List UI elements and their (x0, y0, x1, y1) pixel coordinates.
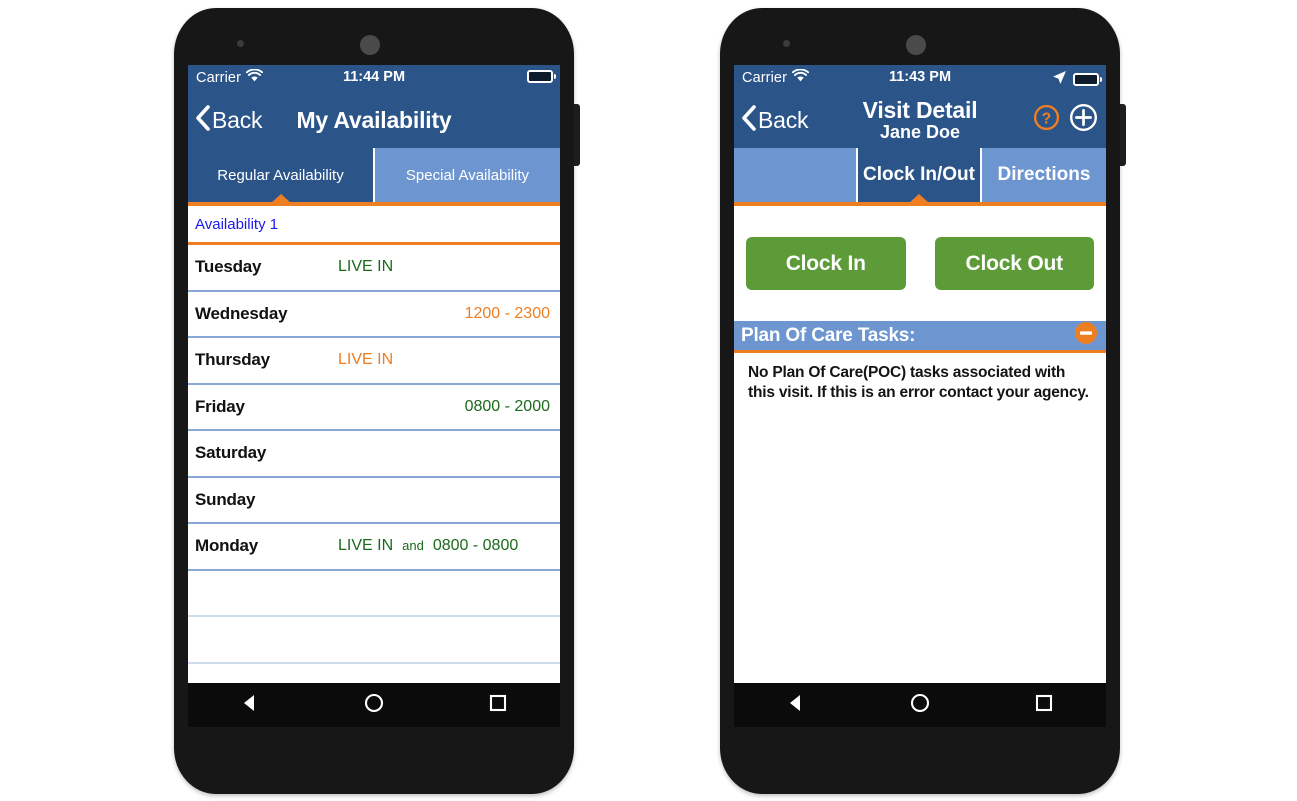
clock-in-button[interactable]: Clock In (746, 237, 906, 290)
app-header-right: Back Visit Detail Jane Doe ? (734, 92, 1106, 148)
svg-text:?: ? (1042, 111, 1051, 128)
availability-day-label: Tuesday (195, 257, 262, 277)
table-row-empty (188, 617, 560, 664)
availability-value-part: LIVE IN (338, 258, 394, 276)
help-circle-icon[interactable]: ? (1033, 104, 1060, 136)
back-triangle-icon[interactable] (785, 692, 807, 719)
clock-out-button[interactable]: Clock Out (934, 237, 1094, 290)
availability-value: LIVE IN and 0800 - 0800 (330, 537, 550, 555)
tab-active-caret-icon (909, 194, 929, 203)
availability-day-label: Sunday (195, 489, 256, 509)
back-triangle-icon[interactable] (239, 692, 261, 719)
tab-label: Clock In/Out (863, 164, 975, 185)
home-circle-icon[interactable] (363, 692, 385, 719)
proximity-sensor-icon (783, 40, 790, 47)
header-actions: ? (1033, 103, 1098, 137)
tab-strip-left: Regular Availability Special Availabilit… (188, 148, 560, 206)
status-bar-left: Carrier 11:44 PM (188, 65, 560, 92)
app-header-left: Back My Availability (188, 92, 560, 148)
availability-value: 0800 - 2000 (330, 398, 550, 416)
home-circle-icon[interactable] (909, 692, 931, 719)
table-row[interactable]: Monday LIVE IN and 0800 - 0800 (188, 524, 560, 571)
availability-value: 1200 - 2300 (330, 305, 550, 323)
table-row[interactable]: Thursday LIVE IN (188, 338, 560, 385)
table-row[interactable]: Saturday (188, 431, 560, 478)
tab-active-caret-icon (270, 194, 291, 203)
chevron-left-icon (741, 104, 756, 136)
table-row[interactable]: Sunday (188, 478, 560, 524)
availability-day-label: Thursday (195, 350, 270, 370)
proximity-sensor-icon (237, 40, 244, 47)
recents-square-icon[interactable] (487, 692, 509, 719)
front-camera-icon (360, 35, 380, 55)
back-button[interactable]: Back (734, 104, 809, 136)
tab-directions[interactable]: Directions (982, 148, 1106, 202)
android-nav-bar-right (734, 683, 1106, 727)
minus-circle-icon[interactable] (1074, 321, 1098, 350)
availability-value: LIVE IN (330, 258, 550, 276)
screenshot-stage: Carrier 11:44 PM Back My Availability Re… (0, 0, 1297, 801)
tab-partial-hidden[interactable] (734, 148, 858, 202)
battery-icon (527, 70, 557, 83)
back-label: Back (212, 106, 263, 133)
clock-button-group: Clock In Clock Out (734, 206, 1106, 290)
availability-list: Availability 1 Tuesday LIVE IN Wednesday 12… (188, 206, 560, 664)
screen-right: Carrier 11:43 PM Back Visit Detail Jane … (734, 65, 1106, 683)
availability-group-label: Availability 1 (195, 215, 279, 233)
location-arrow-icon (1052, 70, 1067, 89)
phone-device-left: Carrier 11:44 PM Back My Availability Re… (174, 8, 580, 794)
tab-label: Regular Availability (217, 166, 344, 184)
availability-day-label: Saturday (195, 443, 267, 463)
availability-conjunction: and (402, 538, 424, 554)
power-button[interactable] (1120, 104, 1126, 166)
battery-icon (1073, 73, 1103, 86)
phone-device-right: Carrier 11:43 PM Back Visit Detail Jane … (720, 8, 1126, 794)
availability-value-part: 1200 - 2300 (464, 304, 550, 322)
plan-of-care-title: Plan Of Care Tasks: (741, 324, 916, 346)
status-right-group (527, 70, 557, 83)
chevron-left-icon (195, 104, 210, 136)
availability-value-part: 0800 - 0800 (432, 537, 519, 555)
front-camera-icon (906, 35, 926, 55)
tab-regular-availability[interactable]: Regular Availability (188, 148, 375, 203)
screen-left: Carrier 11:44 PM Back My Availability Re… (188, 65, 560, 683)
plan-of-care-body: No Plan Of Care(POC) tasks associated wi… (734, 353, 1106, 403)
tab-label: Directions (997, 164, 1091, 185)
table-row[interactable]: Wednesday 1200 - 2300 (188, 292, 560, 338)
status-time: 11:44 PM (342, 69, 406, 85)
availability-value-part: LIVE IN (338, 351, 394, 369)
power-button[interactable] (574, 104, 580, 166)
availability-day-label: Wednesday (195, 303, 288, 323)
plan-of-care-message: No Plan Of Care(POC) tasks associated wi… (748, 364, 1089, 401)
status-bar-right: Carrier 11:43 PM (734, 65, 1106, 92)
tab-clock-in-out[interactable]: Clock In/Out (858, 148, 982, 203)
availability-value-part: LIVE IN (338, 537, 394, 555)
back-button[interactable]: Back (188, 104, 263, 136)
availability-rows: Tuesday LIVE IN Wednesday 1200 - 2300 Thursd… (188, 245, 560, 664)
table-row-empty (188, 571, 560, 617)
tab-special-availability[interactable]: Special Availability (375, 148, 560, 202)
android-nav-bar-left (188, 683, 560, 727)
tab-label: Special Availability (405, 166, 530, 184)
tab-strip-right: Clock In/Out Directions (734, 148, 1106, 206)
availability-group-header[interactable]: Availability 1 (188, 206, 560, 245)
table-row[interactable]: Tuesday LIVE IN (188, 245, 560, 292)
availability-day-label: Friday (195, 396, 245, 416)
plan-of-care-header: Plan Of Care Tasks: (734, 321, 1106, 353)
availability-day-label: Monday (195, 536, 259, 556)
table-row[interactable]: Friday 0800 - 2000 (188, 385, 560, 431)
availability-value-part: 0800 - 2000 (464, 397, 550, 415)
status-right-group (1052, 70, 1103, 89)
recents-square-icon[interactable] (1033, 692, 1055, 719)
availability-value: LIVE IN (330, 351, 550, 369)
plus-circle-icon[interactable] (1069, 103, 1098, 137)
back-label: Back (758, 106, 809, 133)
visit-detail-body: Clock In Clock Out Plan Of Care Tasks: N… (734, 206, 1106, 679)
status-time: 11:43 PM (888, 69, 952, 85)
